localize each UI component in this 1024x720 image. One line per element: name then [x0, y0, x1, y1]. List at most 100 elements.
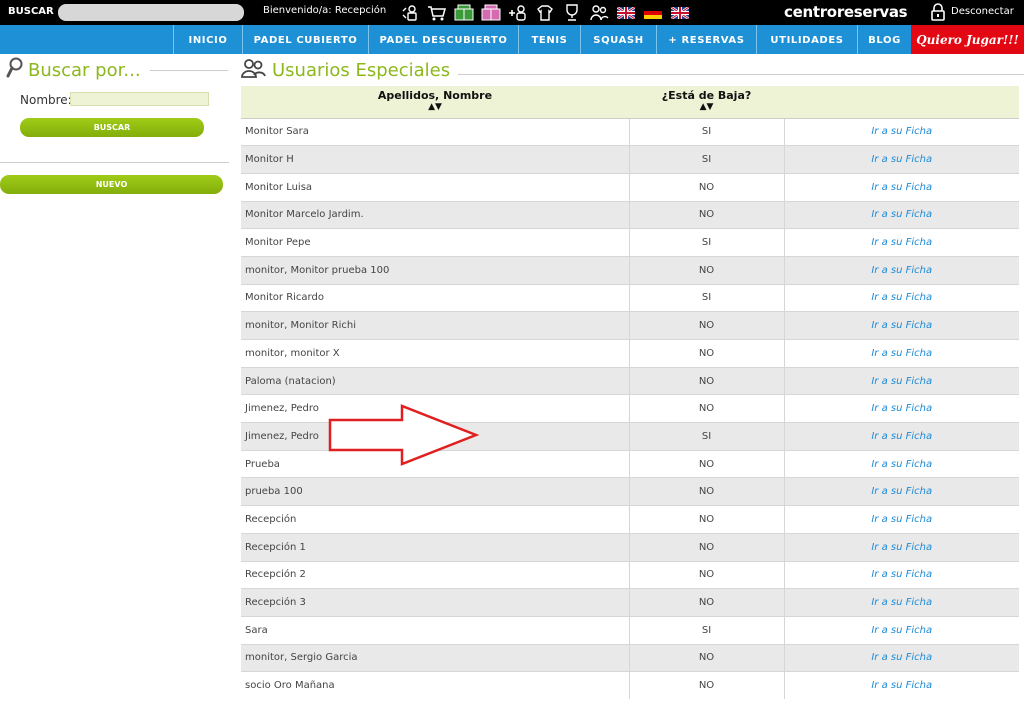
baja-status-cell: SI [628, 422, 784, 451]
baja-status-cell: NO [628, 311, 784, 340]
logout-link[interactable]: Desconectar [951, 6, 1014, 17]
search-label: BUSCAR [8, 6, 54, 17]
baja-status-cell: NO [628, 200, 784, 229]
ficha-link[interactable]: Ir a su Ficha [783, 449, 1019, 478]
main-nav: INICIO PADEL CUBIERTO PADEL DESCUBIERTO … [0, 25, 1024, 54]
shirt-bag-icon[interactable] [535, 4, 555, 21]
baja-status-cell: SI [628, 228, 784, 257]
ficha-link[interactable]: Ir a su Ficha [783, 477, 1019, 506]
table-row: prueba 100 NO Ir a su Ficha [241, 477, 1019, 506]
table-row: Monitor Pepe SI Ir a su Ficha [241, 228, 1019, 257]
ficha-link[interactable]: Ir a su Ficha [783, 422, 1019, 451]
user-name-cell: Monitor Pepe [241, 228, 629, 257]
table-header: Apellidos, Nombre ▲▼ ¿Está de Baja? ▲▼ [241, 86, 1019, 119]
baja-status-cell: NO [628, 643, 784, 672]
table-row: Monitor Marcelo Jardim. NO Ir a su Ficha [241, 200, 1019, 229]
global-search-input[interactable] [58, 4, 244, 21]
baja-status-cell: NO [628, 449, 784, 478]
user-name-cell: Sara [241, 615, 629, 645]
nav-item-inicio[interactable]: INICIO [173, 25, 242, 54]
nav-item-mas-reservas[interactable]: + RESERVAS [656, 25, 756, 54]
user-name-cell: monitor, Monitor Richi [241, 311, 629, 340]
baja-status-cell: NO [628, 477, 784, 506]
table-row: Monitor Sara SI Ir a su Ficha [241, 117, 1019, 146]
ficha-link[interactable]: Ir a su Ficha [783, 588, 1019, 617]
ficha-link[interactable]: Ir a su Ficha [783, 532, 1019, 561]
ficha-link[interactable]: Ir a su Ficha [783, 671, 1019, 700]
user-lock-icon[interactable] [400, 4, 420, 21]
table-row: Monitor H SI Ir a su Ficha [241, 145, 1019, 174]
column-header-name-label: Apellidos, Nombre [377, 89, 493, 102]
baja-status-cell: NO [628, 671, 784, 700]
ficha-link[interactable]: Ir a su Ficha [783, 145, 1019, 174]
baja-status-cell: SI [628, 615, 784, 645]
ficha-link[interactable]: Ir a su Ficha [783, 311, 1019, 340]
magnifier-icon [6, 57, 24, 83]
ficha-link[interactable]: Ir a su Ficha [783, 643, 1019, 672]
user-name-cell: Monitor Marcelo Jardim. [241, 200, 629, 229]
search-panel-heading: Buscar por... [28, 59, 141, 81]
nav-item-padel-descubierto[interactable]: PADEL DESCUBIERTO [368, 25, 518, 54]
ficha-link[interactable]: Ir a su Ficha [783, 560, 1019, 589]
users-icon[interactable] [589, 4, 609, 21]
ficha-link[interactable]: Ir a su Ficha [783, 339, 1019, 368]
baja-status-cell: SI [628, 145, 784, 174]
nav-item-utilidades[interactable]: UTILIDADES [756, 25, 857, 54]
brand-logo[interactable]: centroreservas [784, 3, 908, 21]
user-name-cell: Recepción 3 [241, 588, 629, 617]
user-name-cell: monitor, monitor X [241, 339, 629, 368]
flag-uk-icon[interactable] [616, 4, 636, 21]
nav-item-padel-cubierto[interactable]: PADEL CUBIERTO [242, 25, 368, 54]
new-button[interactable]: NUEVO [0, 175, 223, 194]
user-name-cell: Monitor H [241, 145, 629, 174]
table-row: Recepción 2 NO Ir a su Ficha [241, 560, 1019, 589]
table-row: monitor, monitor X NO Ir a su Ficha [241, 339, 1019, 368]
baja-status-cell: NO [628, 505, 784, 534]
panel-divider [0, 162, 229, 163]
welcome-text: Bienvenido/a: Recepción [263, 5, 387, 16]
table-row: Recepción 3 NO Ir a su Ficha [241, 588, 1019, 617]
page-title-wrap: Usuarios Especiales [240, 57, 450, 83]
column-header-name[interactable]: Apellidos, Nombre ▲▼ [241, 86, 629, 119]
sort-arrows-icon[interactable]: ▲▼ [629, 102, 784, 112]
padlock-icon[interactable] [930, 3, 946, 21]
flag-de-icon[interactable] [643, 4, 663, 21]
trophy-icon[interactable] [562, 4, 582, 21]
ficha-link[interactable]: Ir a su Ficha [783, 505, 1019, 534]
user-name-cell: Paloma (natacion) [241, 366, 629, 395]
baja-status-cell: NO [628, 532, 784, 561]
title-divider [150, 70, 228, 71]
table-row: monitor, Sergio Garcia NO Ir a su Ficha [241, 643, 1019, 672]
nav-item-squash[interactable]: SQUASH [580, 25, 656, 54]
ficha-link[interactable]: Ir a su Ficha [783, 366, 1019, 395]
toolbar-icons [400, 3, 690, 22]
plus-user-icon[interactable] [508, 4, 528, 21]
ficha-link[interactable]: Ir a su Ficha [783, 228, 1019, 257]
baja-status-cell: NO [628, 172, 784, 202]
cart-icon[interactable] [427, 4, 447, 21]
ficha-link[interactable]: Ir a su Ficha [783, 117, 1019, 146]
court-green-icon[interactable] [454, 4, 474, 21]
table-row: monitor, Monitor Richi NO Ir a su Ficha [241, 311, 1019, 340]
sort-arrows-icon[interactable]: ▲▼ [241, 102, 629, 112]
name-field[interactable] [70, 92, 209, 106]
column-header-actions [784, 86, 1019, 119]
search-button[interactable]: BUSCAR [20, 118, 204, 137]
user-name-cell: monitor, Sergio Garcia [241, 643, 629, 672]
column-header-baja[interactable]: ¿Está de Baja? ▲▼ [629, 86, 784, 119]
table-row: Monitor Ricardo SI Ir a su Ficha [241, 283, 1019, 312]
nav-item-blog[interactable]: BLOG [857, 25, 911, 54]
baja-status-cell: NO [628, 394, 784, 423]
table-row: socio Oro Mañana NO Ir a su Ficha [241, 671, 1019, 700]
court-pink-icon[interactable] [481, 4, 501, 21]
ficha-link[interactable]: Ir a su Ficha [783, 615, 1019, 645]
ficha-link[interactable]: Ir a su Ficha [783, 394, 1019, 423]
ficha-link[interactable]: Ir a su Ficha [783, 200, 1019, 229]
quiero-jugar-button[interactable]: Quiero Jugar!!! [911, 25, 1024, 54]
page-title: Usuarios Especiales [272, 59, 451, 81]
flag-uk-icon[interactable] [670, 4, 690, 21]
nav-item-tenis[interactable]: TENIS [518, 25, 580, 54]
ficha-link[interactable]: Ir a su Ficha [783, 283, 1019, 312]
ficha-link[interactable]: Ir a su Ficha [783, 172, 1019, 202]
ficha-link[interactable]: Ir a su Ficha [783, 255, 1019, 285]
